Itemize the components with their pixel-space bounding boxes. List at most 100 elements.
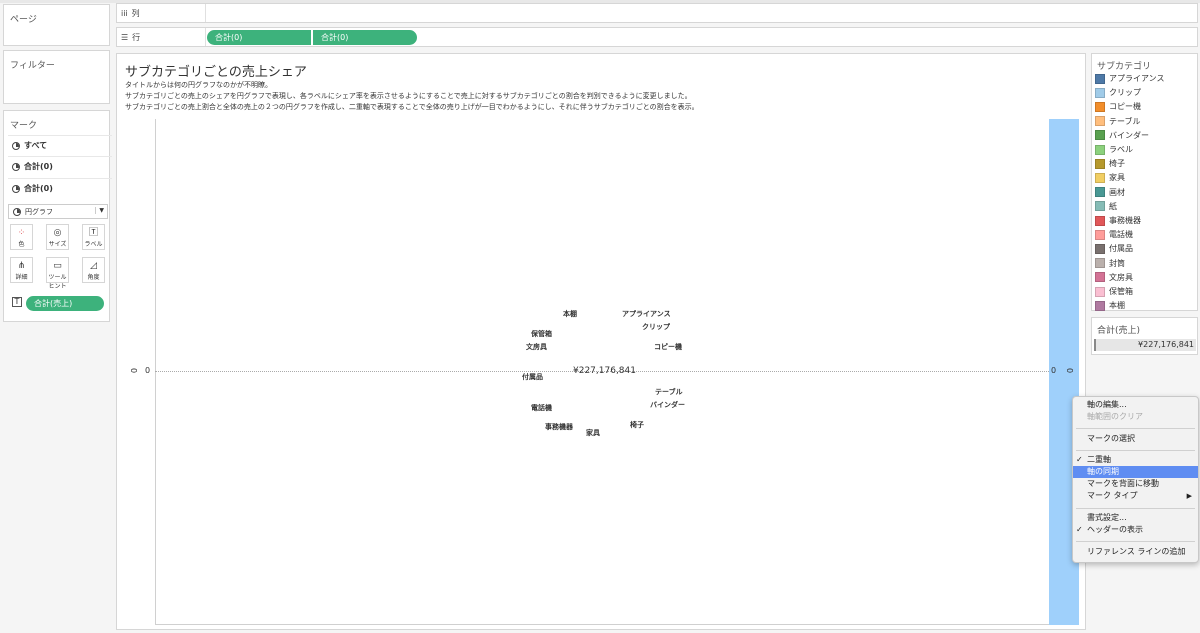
tooltip-icon: ▭ (53, 261, 62, 271)
legend-label: テーブル (1109, 116, 1141, 126)
legend-item[interactable]: 家具 (1095, 172, 1125, 183)
legend-item[interactable]: 電話機 (1095, 229, 1133, 240)
legend-item[interactable]: 本棚 (1095, 300, 1125, 311)
sheet-view[interactable]: サブカテゴリごとの売上シェア タイトルからは何の円グラフなのかが不明瞭。 サブカ… (116, 53, 1086, 630)
angle-button-label: 角度 (87, 274, 100, 281)
legend-item[interactable]: アプライアンス (1095, 73, 1165, 84)
menu-mark-type-label: マーク タイプ (1087, 491, 1138, 500)
legend-item[interactable]: テーブル (1095, 116, 1141, 127)
slice-label-bookcase[interactable]: 本棚 (563, 309, 577, 319)
menu-clear-axis-range: 軸範囲のクリア (1087, 412, 1143, 421)
legend-swatch (1095, 116, 1105, 127)
columns-icon: iii (121, 9, 128, 18)
marks-card-all[interactable]: すべて (8, 135, 112, 155)
legend-item[interactable]: 保管箱 (1095, 286, 1133, 297)
rows-pill-1[interactable]: 合計(0) (207, 30, 311, 45)
marks-sales-pill[interactable]: 合計(売上) (26, 296, 104, 311)
color-legend-title: サブカテゴリ (1097, 62, 1152, 72)
angle-button[interactable]: ◿ 角度 (82, 257, 105, 283)
rows-icon: ☰ (121, 33, 129, 42)
rows-pill-2[interactable]: 合計(0) (313, 30, 417, 45)
size-legend[interactable]: 合計(売上) ¥227,176,841 (1091, 317, 1198, 355)
legend-item[interactable]: ラベル (1095, 144, 1133, 155)
detail-icon: ⋔ (17, 261, 26, 271)
detail-button[interactable]: ⋔ 詳細 (10, 257, 33, 283)
menu-synchronize-axis[interactable]: 軸の同期 (1073, 466, 1198, 478)
legend-swatch (1095, 144, 1105, 155)
legend-item[interactable]: 椅子 (1095, 158, 1125, 169)
slice-label-copier[interactable]: コピー機 (654, 342, 682, 352)
slice-label-clip[interactable]: クリップ (642, 322, 670, 332)
legend-swatch (1095, 101, 1105, 112)
legend-label: クリップ (1109, 88, 1141, 98)
size-button[interactable]: ◎ サイズ (46, 224, 69, 250)
menu-select-marks[interactable]: マークの選択 (1073, 433, 1198, 445)
legend-item[interactable]: クリップ (1095, 87, 1141, 98)
color-button[interactable]: ⁘ 色 (10, 224, 33, 250)
legend-label: アプライアンス (1109, 74, 1165, 83)
legend-item[interactable]: 事務機器 (1095, 215, 1141, 226)
columns-shelf[interactable]: iii 列 (116, 3, 1198, 23)
legend-swatch (1095, 130, 1105, 141)
legend-swatch (1095, 201, 1105, 212)
legend-swatch (1095, 300, 1105, 311)
marks-card-sum-1[interactable]: 合計(0) (8, 156, 112, 176)
menu-mark-type[interactable]: マーク タイプ ▶ (1073, 490, 1198, 502)
slice-label-stationery[interactable]: 文房具 (526, 342, 547, 352)
marks-card-label: すべて (24, 141, 48, 150)
detail-button-label: 詳細 (15, 274, 28, 281)
menu-move-marks-back[interactable]: マークを背面に移動 (1073, 478, 1198, 490)
legend-label: 電話機 (1109, 230, 1133, 240)
marks-card-label: 合計(0) (24, 184, 53, 193)
slice-label-storage[interactable]: 保管箱 (531, 329, 552, 339)
color-dots-icon: ⁘ (17, 228, 26, 238)
mark-type-select[interactable]: 円グラフ ▼ (8, 204, 108, 219)
slice-label-binder[interactable]: バインダー (650, 400, 685, 410)
rows-label: 行 (132, 33, 141, 42)
menu-show-header[interactable]: ✓ ヘッダーの表示 (1073, 524, 1198, 536)
marks-card-sum-2[interactable]: 合計(0) (8, 178, 112, 198)
legend-item[interactable]: 封筒 (1095, 258, 1125, 269)
legend-swatch (1095, 215, 1105, 226)
slice-label-accessory[interactable]: 付属品 (522, 372, 543, 382)
left-axis-tick: 0 (145, 366, 151, 375)
legend-item[interactable]: コピー機 (1095, 101, 1141, 112)
sheet-title: サブカテゴリごとの売上シェア (125, 65, 307, 80)
tooltip-button[interactable]: ▭ ツールヒント (46, 257, 69, 290)
center-total-value[interactable]: ¥227,176,841 (573, 366, 636, 376)
slice-label-phone[interactable]: 電話機 (531, 403, 552, 413)
legend-item[interactable]: バインダー (1095, 130, 1149, 141)
legend-item[interactable]: 文房具 (1095, 272, 1133, 283)
label-button[interactable]: 🅃 ラベル (82, 224, 105, 250)
slice-label-furniture[interactable]: 家具 (586, 428, 600, 438)
text-label-icon: 🅃 (88, 228, 98, 238)
legend-item[interactable]: 紙 (1095, 201, 1117, 212)
legend-item[interactable]: 付属品 (1095, 243, 1133, 254)
pages-title: ページ (10, 15, 37, 25)
slice-label-office-machine[interactable]: 事務機器 (545, 422, 573, 432)
color-button-label: 色 (18, 241, 25, 248)
marks-title: マーク (10, 121, 38, 131)
slice-label-table[interactable]: テーブル (655, 387, 683, 397)
menu-show-header-label: ヘッダーの表示 (1087, 525, 1143, 534)
pie-chart-icon (12, 162, 20, 171)
menu-format[interactable]: 書式設定... (1073, 512, 1198, 524)
sheet-description-3: サブカテゴリごとの売上割合と全体の売上の２つの円グラフを作成し、二重軸で表現する… (125, 103, 699, 111)
left-axis-header[interactable]: 0 (129, 368, 138, 373)
text-label-icon: T (12, 297, 22, 307)
menu-edit-axis[interactable]: 軸の編集... (1073, 399, 1198, 411)
pages-panel[interactable]: ページ (3, 4, 110, 46)
legend-item[interactable]: 画材 (1095, 187, 1125, 198)
menu-add-reference-line[interactable]: リファレンス ラインの追加 (1073, 546, 1198, 558)
filters-panel[interactable]: フィルター (3, 50, 110, 104)
menu-dual-axis[interactable]: ✓ 二重軸 (1073, 454, 1198, 466)
rows-shelf[interactable]: ☰ 行 合計(0) 合計(0) (116, 27, 1198, 47)
slice-label-appliance[interactable]: アプライアンス (622, 309, 671, 319)
mark-type-value: 円グラフ (25, 207, 53, 216)
pie-chart-icon (13, 207, 21, 216)
legend-swatch (1095, 172, 1105, 183)
legend-swatch (1095, 272, 1105, 283)
shelf-divider (205, 4, 206, 22)
slice-label-chair[interactable]: 椅子 (630, 420, 644, 430)
size-legend-bar: ¥227,176,841 (1094, 339, 1196, 351)
